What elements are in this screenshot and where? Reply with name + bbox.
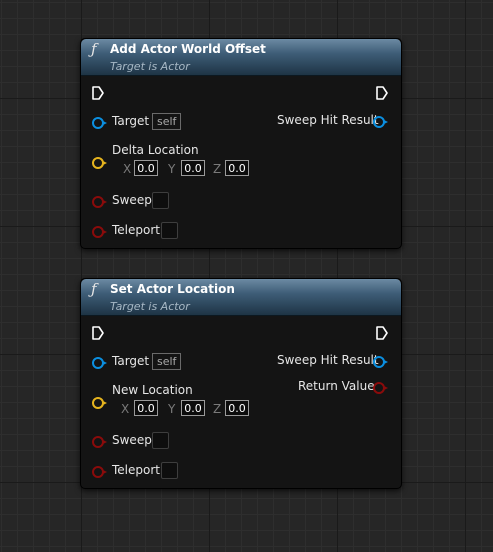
return-value-pin-icon[interactable] bbox=[373, 382, 388, 394]
delta-location-label: Delta Location bbox=[112, 143, 199, 157]
sweep-checkbox[interactable] bbox=[152, 192, 169, 209]
sweep-pin-icon[interactable] bbox=[92, 436, 107, 448]
node-set-actor-location[interactable]: ƒ Set Actor Location Target is Actor Tar… bbox=[80, 278, 402, 489]
node-header[interactable]: ƒ Set Actor Location Target is Actor bbox=[81, 279, 401, 316]
new-location-pin-icon[interactable] bbox=[92, 397, 107, 409]
exec-input-pin-icon[interactable] bbox=[92, 326, 104, 340]
node-title: Add Actor World Offset bbox=[110, 42, 266, 56]
node-subtitle: Target is Actor bbox=[110, 300, 190, 313]
new-location-x-field[interactable]: 0.0 bbox=[134, 400, 158, 416]
new-location-label: New Location bbox=[112, 383, 193, 397]
y-axis-label: Y bbox=[168, 162, 176, 176]
function-icon: ƒ bbox=[91, 40, 97, 58]
target-self-field[interactable]: self bbox=[152, 113, 182, 130]
target-label: Target bbox=[112, 354, 150, 368]
function-icon: ƒ bbox=[91, 280, 97, 298]
sweep-hit-result-pin-icon[interactable] bbox=[373, 116, 388, 128]
target-label: Target bbox=[112, 114, 150, 128]
sweep-checkbox[interactable] bbox=[152, 432, 169, 449]
z-axis-label: Z bbox=[213, 402, 222, 416]
exec-output-pin-icon[interactable] bbox=[376, 86, 388, 100]
target-pin-icon[interactable] bbox=[92, 357, 107, 369]
z-axis-label: Z bbox=[213, 162, 222, 176]
target-self-field[interactable]: self bbox=[152, 353, 182, 370]
new-location-z-field[interactable]: 0.0 bbox=[225, 400, 249, 416]
sweep-label: Sweep bbox=[112, 433, 152, 447]
exec-output-pin-icon[interactable] bbox=[376, 326, 388, 340]
teleport-label: Teleport bbox=[112, 223, 160, 237]
return-value-label: Return Value bbox=[298, 379, 375, 393]
node-title: Set Actor Location bbox=[110, 282, 235, 296]
delta-location-z-field[interactable]: 0.0 bbox=[225, 160, 249, 176]
x-axis-label: X bbox=[121, 402, 130, 416]
y-axis-label: Y bbox=[168, 402, 176, 416]
sweep-label: Sweep bbox=[112, 193, 152, 207]
exec-input-pin-icon[interactable] bbox=[92, 86, 104, 100]
sweep-hit-result-label: Sweep Hit Result bbox=[277, 113, 379, 127]
x-axis-label: X bbox=[123, 162, 132, 176]
sweep-hit-result-label: Sweep Hit Result bbox=[277, 353, 379, 367]
delta-location-y-field[interactable]: 0.0 bbox=[181, 160, 205, 176]
delta-location-x-field[interactable]: 0.0 bbox=[134, 160, 158, 176]
sweep-hit-result-pin-icon[interactable] bbox=[373, 356, 388, 368]
teleport-pin-icon[interactable] bbox=[92, 466, 107, 478]
teleport-pin-icon[interactable] bbox=[92, 226, 107, 238]
teleport-checkbox[interactable] bbox=[161, 222, 178, 239]
delta-location-pin-icon[interactable] bbox=[92, 157, 107, 169]
node-add-actor-world-offset[interactable]: ƒ Add Actor World Offset Target is Actor… bbox=[80, 38, 402, 249]
node-header[interactable]: ƒ Add Actor World Offset Target is Actor bbox=[81, 39, 401, 76]
target-pin-icon[interactable] bbox=[92, 117, 107, 129]
teleport-label: Teleport bbox=[112, 463, 160, 477]
sweep-pin-icon[interactable] bbox=[92, 196, 107, 208]
teleport-checkbox[interactable] bbox=[161, 462, 178, 479]
node-subtitle: Target is Actor bbox=[110, 60, 190, 73]
new-location-y-field[interactable]: 0.0 bbox=[181, 400, 205, 416]
